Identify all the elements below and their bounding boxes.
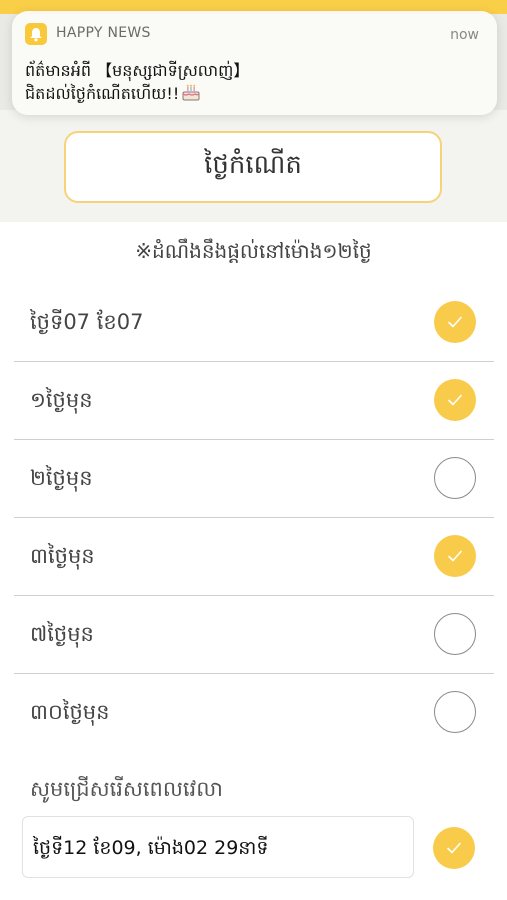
birthday-date-button[interactable]: ថ្ងៃកំណើត (64, 131, 442, 203)
checkmark-icon (448, 316, 462, 328)
reminder-label: ៣ថ្ងៃមុន (30, 544, 95, 568)
reminder-checkbox[interactable] (434, 457, 476, 499)
checkmark-icon (447, 842, 461, 854)
reminder-checkbox[interactable] (434, 613, 476, 655)
notification-line-2-text: ជិតដល់ថ្ងៃកំណើតហើយ!! (25, 84, 180, 103)
reminder-label: ថ្ងៃទី07 ខែ07 (30, 310, 144, 334)
reminder-row[interactable]: ៣០ថ្ងៃមុន (14, 674, 494, 751)
datetime-checkbox[interactable] (433, 827, 475, 869)
checkmark-icon (448, 550, 462, 562)
notification-message: ព័ត៌មានអំពី 【មនុស្សជាទីស្រលាញ់】 ជិតដល់ថ្… (25, 59, 475, 108)
notification-time: now (450, 27, 479, 43)
datetime-field[interactable]: ថ្ងៃទី12 ខែ09, ម៉ោង02 29នាទី (22, 816, 414, 878)
reminder-label: ២ថ្ងៃមុន (30, 466, 93, 490)
reminder-label: ៧ថ្ងៃមុន (30, 622, 94, 646)
select-time-heading: សូមជ្រើសរើសពេលវេលា (30, 777, 223, 801)
birthday-cake-icon (181, 82, 201, 108)
reminder-label: ១ថ្ងៃមុន (30, 388, 93, 412)
reminder-checkbox[interactable] (434, 379, 476, 421)
notification-line-2: ជិតដល់ថ្ងៃកំណើតហើយ!! (25, 82, 475, 108)
reminder-row[interactable]: ២ថ្ងៃមុន (14, 440, 494, 518)
reminder-checkbox[interactable] (434, 691, 476, 733)
notification-line-1: ព័ត៌មានអំពី 【មនុស្សជាទីស្រលាញ់】 (25, 61, 250, 80)
reminder-row[interactable]: ១ថ្ងៃមុន (14, 362, 494, 440)
bell-icon (25, 23, 47, 45)
reminder-row[interactable]: ៣ថ្ងៃមុន (14, 518, 494, 596)
notification-app-name: HAPPY NEWS (56, 25, 151, 41)
reminder-list: ថ្ងៃទី07 ខែ07 ១ថ្ងៃមុន ២ថ្ងៃមុន ៣ថ្ងៃមុន… (14, 284, 494, 751)
reminder-checkbox[interactable] (434, 301, 476, 343)
reminder-row[interactable]: ថ្ងៃទី07 ខែ07 (14, 284, 494, 362)
reminder-label: ៣០ថ្ងៃមុន (30, 700, 110, 724)
push-notification[interactable]: HAPPY NEWS now ព័ត៌មានអំពី 【មនុស្សជាទីស្… (12, 11, 497, 115)
checkmark-icon (448, 394, 462, 406)
reminder-row[interactable]: ៧ថ្ងៃមុន (14, 596, 494, 674)
notification-time-note: ※ដំណឹងនឹងផ្តល់នៅម៉ោង១២ថ្ងៃ (135, 239, 372, 263)
reminder-checkbox[interactable] (434, 535, 476, 577)
